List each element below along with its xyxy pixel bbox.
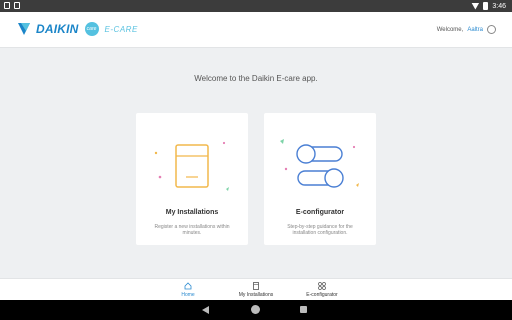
welcome-label: Welcome, (436, 26, 464, 33)
page-title: Welcome to the Daikin E-care app. (194, 74, 318, 83)
system-nav-bar (0, 300, 512, 320)
installations-icon (253, 282, 259, 290)
e-configurator-card[interactable]: E-configurator Step-by-step guidance for… (264, 113, 376, 245)
battery-icon (483, 2, 489, 10)
avatar-icon[interactable] (487, 25, 496, 34)
back-icon[interactable] (202, 306, 209, 314)
nav-home[interactable]: Home (158, 282, 218, 298)
nav-label: E-configurator (306, 292, 338, 298)
my-installations-card[interactable]: My Installations Register a new installa… (136, 113, 248, 245)
home-button-icon[interactable] (251, 305, 260, 314)
notification-icon (4, 2, 10, 9)
card-description: Step-by-step guidance for the installati… (287, 224, 353, 236)
nav-e-configurator[interactable]: E-configurator (292, 282, 352, 298)
status-bar: 3:46 (0, 0, 512, 12)
card-title: My Installations (165, 209, 219, 216)
tablet-document-icon (154, 141, 229, 191)
status-time: 3:46 (492, 2, 506, 10)
daikin-flag-icon (18, 23, 30, 35)
bottom-nav: Home My Installations E-configurator (0, 278, 512, 300)
main-content: Welcome to the Daikin E-care app. My Ins… (0, 48, 512, 278)
app-bar: DAIKIN care E-CARE Welcome, Aaltra (0, 12, 512, 48)
nav-label: My Installations (238, 292, 274, 298)
user-name[interactable]: Aaltra (467, 27, 483, 33)
home-icon (184, 282, 192, 290)
nav-label: Home (181, 292, 195, 298)
toggle-switches-icon (280, 139, 359, 188)
brand-name: DAIKIN (36, 22, 79, 36)
welcome-user[interactable]: Welcome, Aaltra (437, 25, 496, 34)
daikin-logo: DAIKIN care E-CARE (18, 22, 138, 36)
card-description: Register a new installations within minu… (154, 224, 230, 236)
care-badge: care (84, 22, 99, 36)
card-title: E-configurator (295, 209, 345, 216)
configurator-icon (318, 282, 326, 290)
nav-my-installations[interactable]: My Installations (226, 282, 286, 298)
notification-icon (14, 2, 20, 9)
app-name: E-CARE (104, 24, 138, 34)
wifi-icon (471, 2, 480, 10)
recent-apps-icon[interactable] (300, 306, 307, 313)
